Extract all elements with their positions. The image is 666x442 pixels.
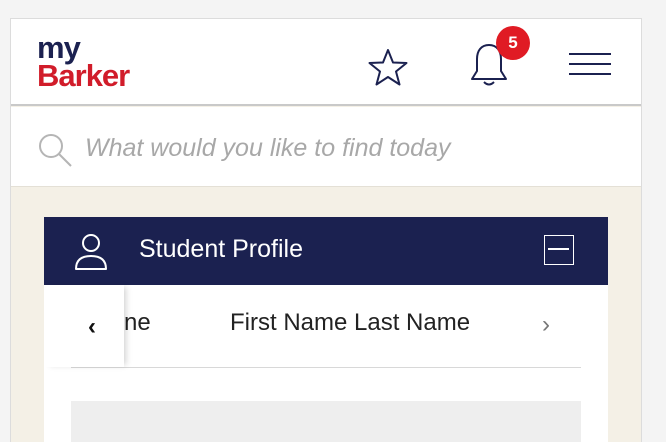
menu-line [569, 73, 611, 75]
search-icon[interactable] [36, 131, 74, 169]
divider [71, 367, 581, 368]
user-icon [75, 234, 107, 270]
current-student-name: First Name Last Name [230, 309, 471, 336]
notification-count-badge[interactable]: 5 [496, 26, 530, 60]
content-placeholder [71, 401, 581, 442]
logo-barker-text: Barker [37, 58, 130, 93]
chevron-right-icon[interactable]: › [542, 311, 566, 341]
menu-line [569, 53, 611, 55]
chevron-left-icon: ‹ [88, 313, 96, 340]
top-navigation-bar: my Barker 5 [11, 18, 641, 106]
card-title: Student Profile [139, 235, 303, 263]
student-switcher: ‹ ne First Name Last Name › [44, 285, 608, 367]
search-input[interactable] [83, 125, 617, 171]
card-header: Student Profile [44, 217, 608, 285]
previous-student-button[interactable]: ‹ [44, 285, 124, 367]
mybarker-logo[interactable]: my Barker [37, 32, 130, 93]
menu-line [569, 63, 611, 65]
hamburger-menu-icon[interactable] [569, 53, 613, 79]
app-frame: my Barker 5 Student Pro [10, 18, 642, 442]
search-bar [11, 107, 641, 187]
star-icon[interactable] [367, 47, 409, 87]
student-profile-card: Student Profile ‹ ne First Name Last Nam… [44, 217, 608, 442]
collapse-button[interactable] [544, 235, 574, 265]
previous-student-name[interactable]: ne [124, 309, 151, 337]
